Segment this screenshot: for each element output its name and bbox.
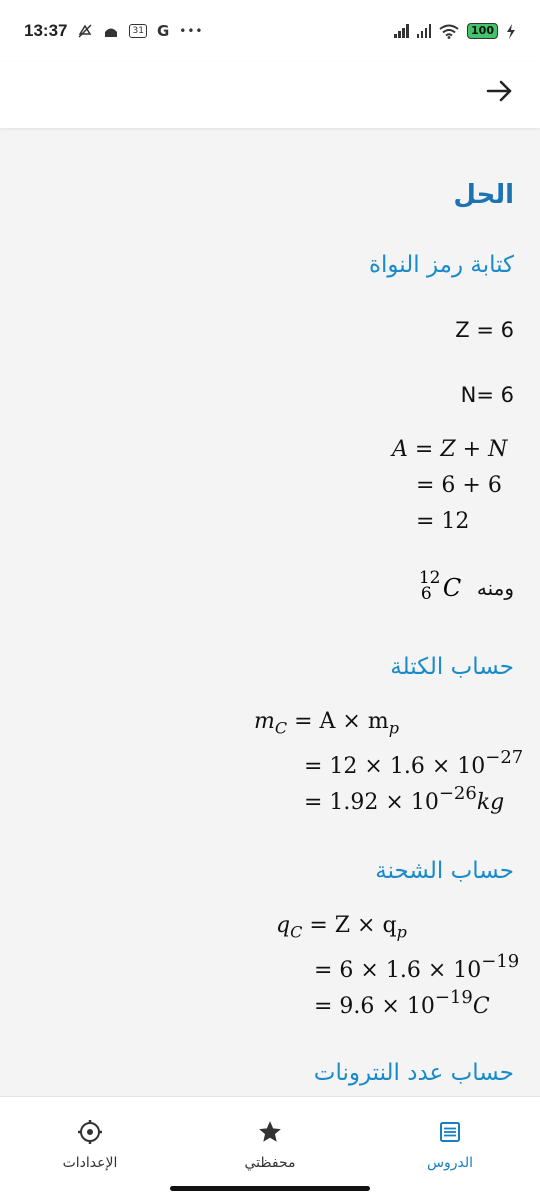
mosque-icon: [105, 28, 118, 37]
section-title-mass: حساب الكتلة: [390, 654, 514, 680]
mass-line-3: = 1.92 × 10: [304, 790, 439, 815]
nucleus-symbol-line: ومنه 12 6 C: [419, 568, 514, 608]
hence-text: ومنه: [476, 576, 514, 600]
nucleus-symbol: 12 6 C: [419, 568, 469, 608]
eq-a: A: [392, 437, 408, 462]
notification-icons: 31 G •••: [77, 22, 203, 40]
battery-icon: 100: [467, 23, 498, 39]
eq-line-3: = 12: [416, 509, 470, 534]
charging-icon: [507, 23, 515, 39]
status-bar: 13:37 31 G ••• 100: [0, 0, 540, 62]
google-icon: G: [156, 22, 170, 40]
m-subscript: C: [274, 718, 288, 738]
q-rhs: = Z × q: [309, 913, 397, 938]
eq-equals: =: [414, 437, 434, 462]
qp-subscript: p: [396, 922, 407, 942]
list-icon: [440, 1122, 460, 1142]
signal-icon-2: [416, 24, 432, 38]
app-header: [0, 62, 540, 128]
gear-icon: [78, 1120, 102, 1144]
charge-unit: C: [472, 994, 490, 1019]
charge-line-3-exp: −19: [434, 987, 473, 1008]
m-symbol: m: [254, 709, 275, 734]
charge-line-2-exp: −19: [481, 951, 520, 972]
signal-icon: [394, 24, 409, 38]
eq-plus: +: [462, 437, 482, 462]
element-symbol: C: [442, 574, 462, 602]
n-value: N= 6: [460, 383, 514, 407]
wifi-icon: [439, 24, 459, 39]
nav-lessons-label: الدروس: [426, 1155, 474, 1171]
status-right-icons: 100: [394, 23, 516, 39]
mass-unit: kg: [476, 790, 505, 815]
mute-icon: [78, 24, 93, 38]
m-rhs: = A × m: [294, 709, 389, 734]
home-indicator[interactable]: [170, 1186, 370, 1191]
calendar-icon: 31: [129, 24, 147, 38]
solution-content[interactable]: الحل كتابة رمز النواة Z = 6 N= 6 A = Z +…: [0, 128, 540, 1096]
status-time: 13:37: [24, 21, 68, 40]
more-icon: •••: [179, 24, 204, 38]
mass-number-equation: A = Z + N = 6 + 6 = 12: [392, 432, 507, 540]
section-title-neutrons: حساب عدد النترونات: [313, 1060, 514, 1086]
section-title-nucleus: كتابة رمز النواة: [368, 252, 514, 278]
charge-line-3: = 9.6 × 10: [314, 994, 435, 1019]
mass-line-3-exp: −26: [438, 783, 477, 804]
star-icon: [259, 1121, 281, 1142]
q-subscript: C: [290, 922, 303, 942]
eq-line-2: = 6 + 6: [416, 473, 502, 498]
nav-favorites-label: محفظتي: [244, 1155, 296, 1171]
atomic-number: 6: [420, 584, 432, 604]
charge-calculation: qC = Z × qp = 6 × 1.6 × 10−19 = 9.6 × 10…: [276, 908, 520, 1019]
nav-lessons[interactable]: الدروس: [390, 1117, 510, 1171]
arrow-right-icon[interactable]: [484, 76, 514, 106]
nav-favorites[interactable]: محفظتي: [210, 1117, 330, 1171]
mp-subscript: p: [388, 718, 399, 738]
q-symbol: q: [276, 913, 291, 938]
section-title-charge: حساب الشحنة: [375, 858, 514, 884]
solution-title: الحل: [453, 180, 514, 210]
eq-z: Z: [440, 437, 456, 462]
mass-calculation: mC = A × mp = 12 × 1.6 × 10−27 = 1.92 × …: [254, 704, 524, 815]
eq-n: N: [488, 437, 508, 462]
nav-settings[interactable]: الإعدادات: [30, 1117, 150, 1171]
bottom-navigation: الإعدادات محفظتي الدروس: [0, 1096, 540, 1200]
z-value: Z = 6: [455, 318, 514, 342]
mass-line-2-exp: −27: [485, 747, 524, 768]
nav-settings-label: الإعدادات: [62, 1155, 118, 1171]
